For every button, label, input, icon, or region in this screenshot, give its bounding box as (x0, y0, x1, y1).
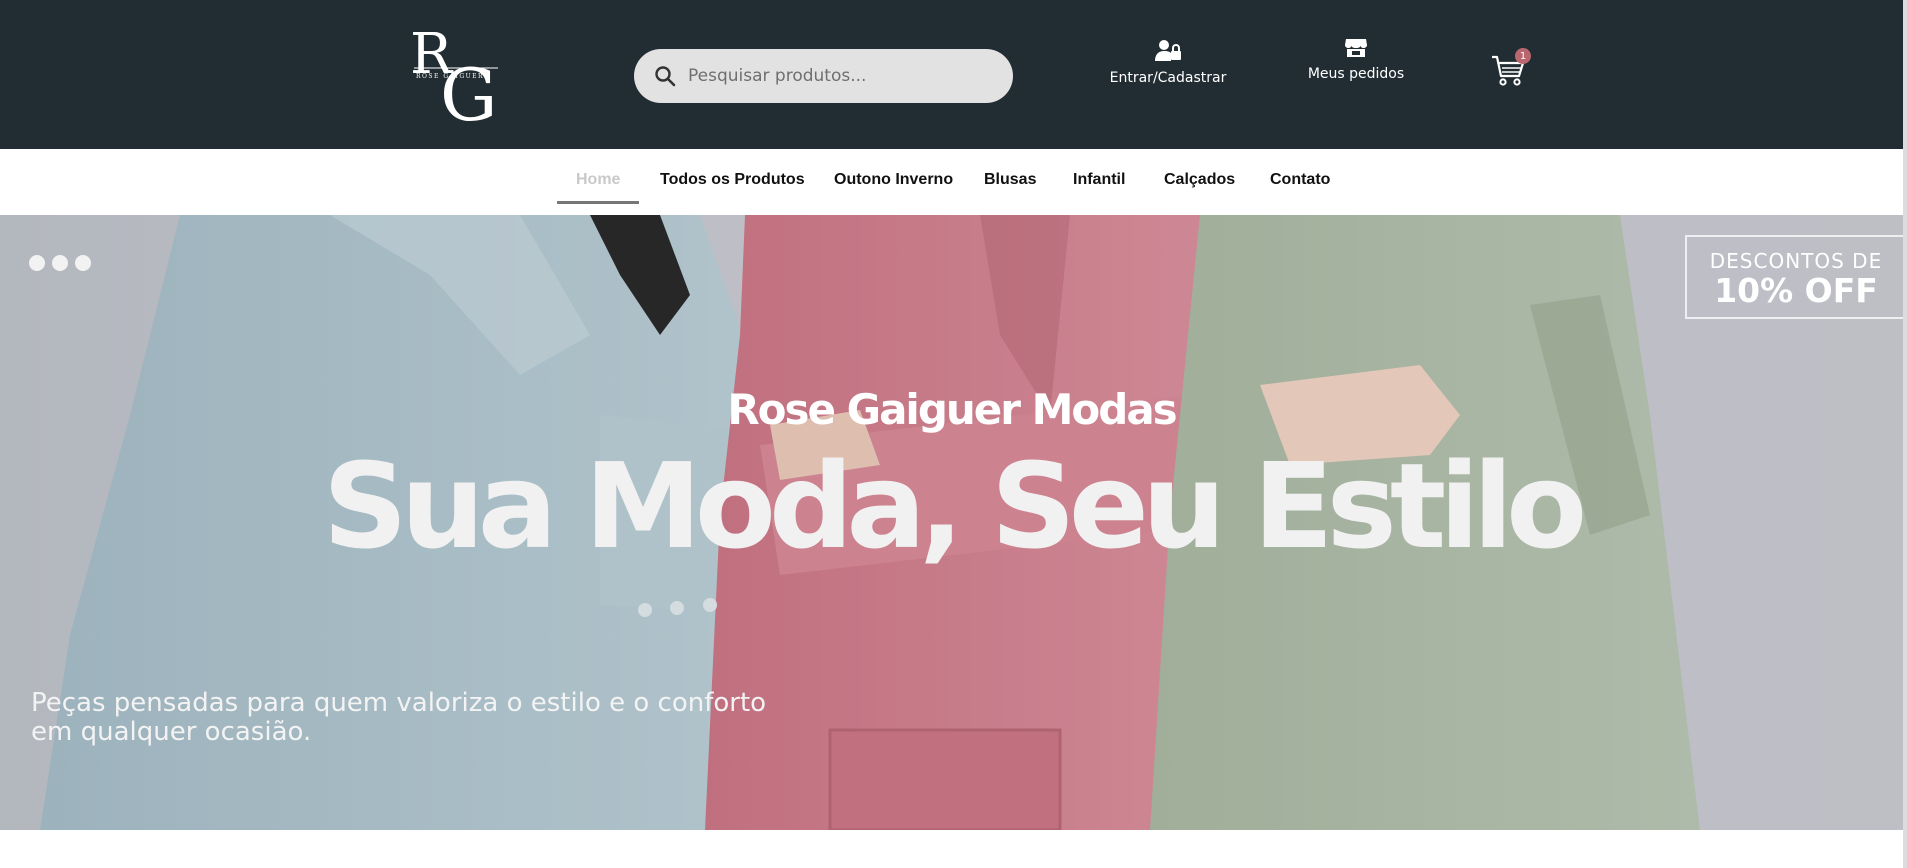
orders-label: Meus pedidos (1307, 66, 1405, 82)
hero-tagline: Peças pensadas para quem valoriza o esti… (31, 689, 851, 747)
nav-item-outono-inverno[interactable]: Outono Inverno (834, 171, 953, 189)
svg-text:G: G (440, 53, 498, 128)
nav-item-calcados[interactable]: Calçados (1164, 171, 1235, 189)
nav-item-blusas[interactable]: Blusas (984, 171, 1036, 189)
nav-active-indicator (557, 201, 639, 204)
tagline-line-1: Peças pensadas para quem valoriza o esti… (31, 688, 767, 718)
main-navigation: Home Todos os Produtos Outono Inverno Bl… (0, 149, 1907, 215)
login-register-link[interactable]: Entrar/Cadastrar (1108, 38, 1228, 86)
promo-line-2: 10% OFF (1714, 271, 1878, 310)
my-orders-link[interactable]: Meus pedidos (1300, 38, 1412, 82)
slider-dot[interactable] (75, 255, 91, 271)
slider-dot[interactable] (29, 255, 45, 271)
search-bar[interactable] (634, 49, 1013, 103)
hero-banner[interactable]: DESCONTOS DE 10% OFF Rose Gaiguer Modas … (0, 215, 1903, 830)
tagline-line-2: em qualquer ocasião. (31, 717, 312, 747)
cart-count-badge: 1 (1515, 48, 1531, 64)
nav-item-home[interactable]: Home (576, 171, 620, 189)
slider-dots (29, 255, 91, 271)
svg-text:ROSE GAIGUER: ROSE GAIGUER (416, 73, 484, 80)
hero-headline: Sua Moda, Seu Estilo (322, 437, 1588, 575)
nav-item-infantil[interactable]: Infantil (1073, 171, 1125, 189)
login-label: Entrar/Cadastrar (1109, 70, 1227, 86)
store-icon (1345, 39, 1367, 57)
site-header: R G ROSE GAIGUER Entrar/Cadastrar Meus p… (0, 0, 1907, 149)
hero-brand-name: Rose Gaiguer Modas (727, 385, 1177, 434)
nav-item-contato[interactable]: Contato (1270, 171, 1330, 189)
search-input[interactable] (688, 66, 988, 86)
discount-promo-box: DESCONTOS DE 10% OFF (1685, 235, 1903, 319)
user-lock-icon (1155, 40, 1181, 61)
promo-line-1: DESCONTOS DE (1709, 249, 1883, 273)
page-scrollbar[interactable] (1903, 0, 1907, 868)
rose-gaiguer-logo[interactable]: R G ROSE GAIGUER (410, 18, 530, 128)
nav-item-todos-os-produtos[interactable]: Todos os Produtos (660, 171, 805, 189)
slider-dot[interactable] (52, 255, 68, 271)
search-icon[interactable] (654, 65, 676, 87)
